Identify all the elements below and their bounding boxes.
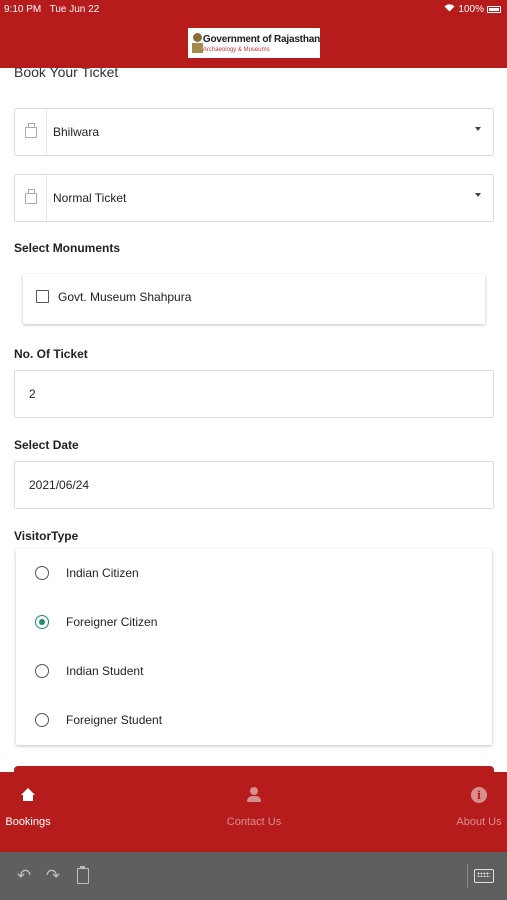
battery-icon <box>487 6 501 13</box>
radio-label: Indian Citizen <box>66 566 139 580</box>
redo-icon[interactable]: ↷ <box>43 866 63 886</box>
emblem-icon <box>191 31 203 55</box>
divider <box>467 864 468 888</box>
tab-about-us[interactable]: i About Us <box>451 772 507 852</box>
undo-icon[interactable]: ↶ <box>14 866 34 886</box>
tickets-label: No. Of Ticket <box>14 347 88 361</box>
clipboard-button[interactable] <box>73 866 93 886</box>
bag-icon <box>24 122 37 138</box>
district-value: Bhilwara <box>53 125 100 139</box>
battery-text: 100% <box>458 4 484 15</box>
person-icon <box>247 787 261 803</box>
booking-form[interactable]: Book Your Ticket Bhilwara Normal Ticket … <box>0 68 507 772</box>
ticket-count-value: 2 <box>29 387 36 401</box>
tab-bookings[interactable]: Bookings <box>0 772 56 852</box>
visitor-option-indian-student[interactable]: Indian Student <box>16 647 492 696</box>
radio-button[interactable] <box>35 664 49 678</box>
visitor-option-foreigner-citizen[interactable]: Foreigner Citizen <box>16 598 492 647</box>
status-bar: 9:10 PM Tue Jun 22 100% <box>0 0 507 20</box>
radio-button[interactable] <box>35 713 49 727</box>
visitor-type-group: Indian Citizen Foreigner Citizen Indian … <box>16 549 492 745</box>
home-icon <box>21 788 35 802</box>
monument-label: Govt. Museum Shahpura <box>58 290 192 304</box>
tab-contact-us[interactable]: Contact Us <box>213 772 295 852</box>
status-right: 100% <box>444 4 501 15</box>
bottom-tab-bar: Bookings Contact Us i About Us <box>0 772 507 852</box>
tab-label: About Us <box>456 816 502 828</box>
date-input[interactable]: 2021/06/24 <box>14 461 494 509</box>
ticket-type-dropdown[interactable]: Normal Ticket <box>14 174 494 222</box>
logo-title: Government of Rajasthan <box>202 33 320 45</box>
radio-label: Foreigner Student <box>66 713 163 727</box>
tab-label: Bookings <box>5 816 51 828</box>
visitor-option-foreigner-student[interactable]: Foreigner Student <box>16 696 492 745</box>
monuments-label: Select Monuments <box>14 241 121 255</box>
monument-checkbox[interactable] <box>36 290 49 303</box>
chevron-down-icon <box>475 193 481 197</box>
ticket-count-input[interactable]: 2 <box>14 370 494 418</box>
radio-button-selected[interactable] <box>35 615 49 629</box>
monuments-card: Govt. Museum Shahpura <box>23 274 485 324</box>
wifi-icon <box>444 4 455 15</box>
date-text: Tue Jun 22 <box>49 4 100 15</box>
radio-label: Foreigner Citizen <box>66 615 158 629</box>
tab-label: Contact Us <box>226 816 282 828</box>
clipboard-icon <box>77 866 89 884</box>
date-value: 2021/06/24 <box>29 478 90 492</box>
date-label: Select Date <box>14 438 79 452</box>
status-time: 9:10 PM Tue Jun 22 <box>4 4 99 15</box>
logo: Government of Rajasthan Archaeology & Mu… <box>188 28 320 58</box>
radio-button[interactable] <box>35 566 49 580</box>
keyboard-icon <box>474 869 494 883</box>
visitor-type-label: VisitorType <box>14 529 79 543</box>
bag-icon <box>24 188 37 204</box>
time-text: 9:10 PM <box>4 4 42 15</box>
ticket-type-value: Normal Ticket <box>53 191 127 205</box>
radio-label: Indian Student <box>66 664 144 678</box>
visitor-option-indian-citizen[interactable]: Indian Citizen <box>16 549 492 598</box>
app-header: Government of Rajasthan Archaeology & Mu… <box>0 20 507 68</box>
keyboard-button[interactable] <box>474 866 494 886</box>
logo-subtitle: Archaeology & Museums <box>202 46 270 53</box>
page-title: Book Your Ticket <box>14 68 119 80</box>
keyboard-shortcut-bar: ↶ ↷ <box>0 852 507 900</box>
info-icon: i <box>471 787 487 803</box>
district-dropdown[interactable]: Bhilwara <box>14 108 494 156</box>
chevron-down-icon <box>475 127 481 131</box>
